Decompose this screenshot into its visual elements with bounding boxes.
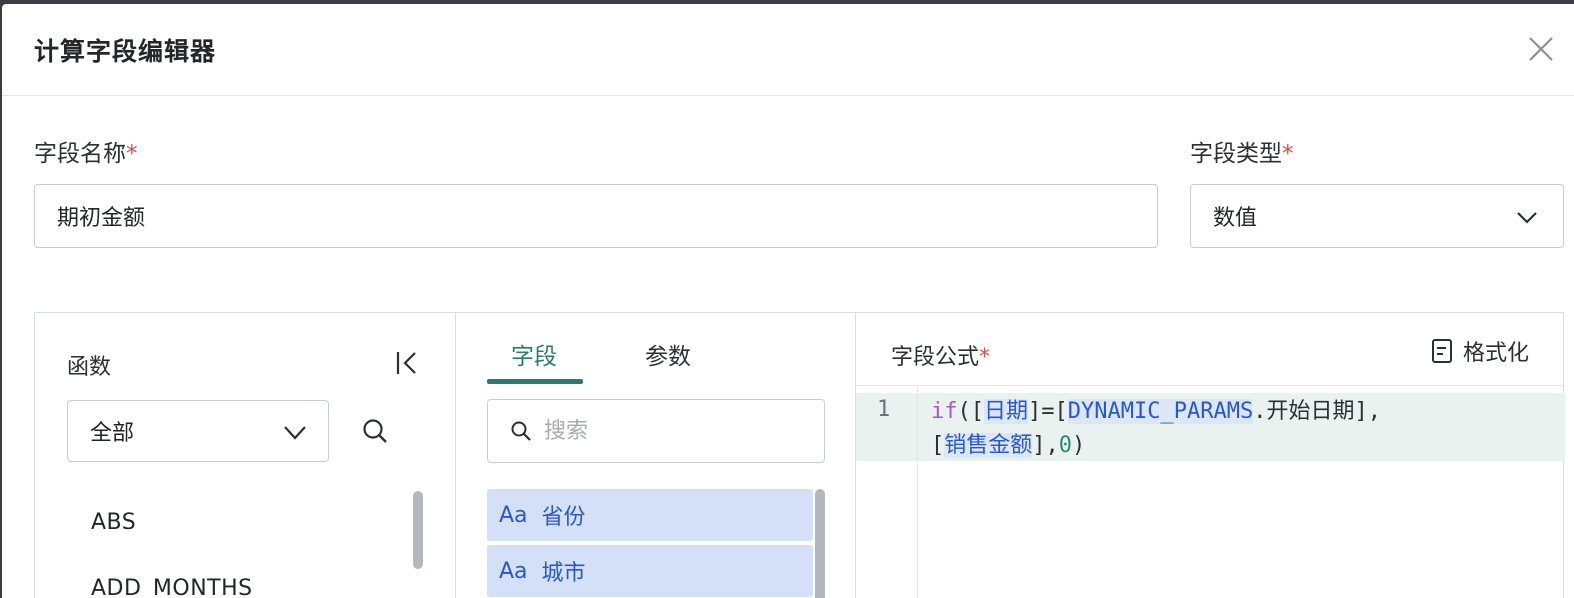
editor-top-border [856,385,1565,386]
function-item[interactable]: ADD_MONTHS [91,576,253,598]
collapse-panel-icon[interactable] [395,349,421,377]
dialog-header: 计算字段编辑器 [2,4,1574,96]
required-mark: * [126,141,138,167]
punct-token: ], [1032,433,1059,458]
dialog-title: 计算字段编辑器 [34,37,217,66]
function-item[interactable]: ABS [91,510,136,535]
active-tab-indicator [487,379,583,384]
punct-token: ]=[ [1028,399,1068,424]
punct-token: ) [1072,433,1086,458]
gutter-divider [917,386,918,598]
field-item[interactable]: Aa 省份 [487,489,813,541]
field-ref-token: DYNAMIC_PARAMS [1067,399,1254,424]
formula-editor[interactable]: if([日期]=[DYNAMIC_PARAMS.开始日期], [销售金额],0) [931,395,1531,463]
punct-token: [ [931,433,945,458]
editor-panel: 函数 全部 ABS ADD_MONTHS 字段 参数 搜索 Aa 省份 Aa 城… [34,312,1565,598]
functions-label: 函数 [67,355,112,380]
field-type-select[interactable]: 数值 [1190,184,1564,248]
chevron-down-icon [1517,212,1537,224]
chevron-down-icon [284,426,306,440]
field-ref-token: 日期 [984,399,1029,424]
search-icon[interactable] [361,417,389,445]
punct-token: ([ [957,399,985,424]
string-type-icon: Aa [499,558,528,584]
formula-label: 字段公式* [891,345,991,370]
punct-token: .开始日期], [1253,399,1381,424]
number-token: 0 [1058,433,1073,458]
line-number: 1 [877,397,891,422]
field-name-label: 字段名称* [34,141,138,167]
field-item[interactable]: Aa 城市 [487,545,813,597]
required-mark: * [979,345,991,370]
search-icon [511,421,531,441]
field-search-box[interactable] [487,399,825,463]
tab-params[interactable]: 参数 [645,337,691,371]
close-icon[interactable] [1526,34,1556,64]
required-mark: * [1282,141,1294,167]
string-type-icon: Aa [499,502,528,528]
calc-field-dialog: 计算字段编辑器 字段名称* 期初金额 字段类型* 数值 函数 全部 ABS AD… [2,4,1574,598]
fields-scrollbar[interactable] [815,489,825,598]
field-ref-token: 销售金额 [944,433,1033,458]
field-search-input[interactable] [544,418,804,444]
function-category-select[interactable]: 全部 [67,400,329,462]
functions-scrollbar[interactable] [413,491,423,569]
field-type-label: 字段类型* [1190,141,1294,167]
field-name-input[interactable]: 期初金额 [34,184,1158,248]
keyword-token: if [931,399,958,424]
document-icon [1432,339,1452,363]
tab-fields[interactable]: 字段 [511,337,557,371]
column-divider [455,313,456,598]
format-button[interactable]: 格式化 [1431,335,1529,367]
